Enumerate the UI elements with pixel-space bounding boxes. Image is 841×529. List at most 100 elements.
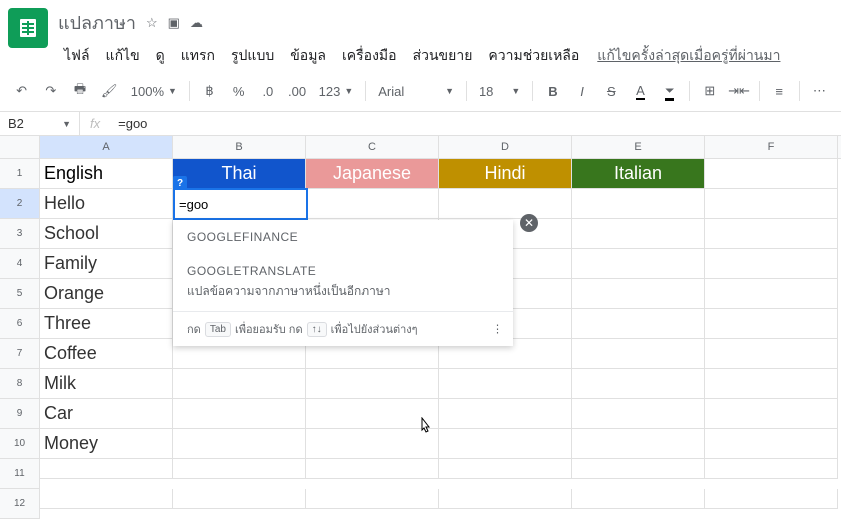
cell[interactable] [572,279,705,309]
cell[interactable] [306,189,439,219]
font-select[interactable]: Arial▼ [372,84,460,99]
font-size-select[interactable]: 18▼ [473,84,526,99]
bold-icon[interactable]: B [539,77,566,105]
align-icon[interactable]: ≡ [766,77,793,105]
cell[interactable]: School [40,219,173,249]
col-header[interactable]: C [306,136,439,158]
cell[interactable]: Three [40,309,173,339]
row-header[interactable]: 4 [0,249,40,279]
row-header[interactable]: 2 [0,189,40,219]
cell[interactable] [572,189,705,219]
cell[interactable] [572,459,705,479]
borders-icon[interactable]: ⊞ [696,77,723,105]
row-header[interactable]: 11 [0,459,40,489]
select-all-corner[interactable] [0,136,40,158]
cell[interactable] [705,399,838,429]
menu-view[interactable]: ดู [150,41,171,71]
cell[interactable] [705,309,838,339]
number-format-select[interactable]: 123▼ [313,84,360,99]
cell[interactable] [173,369,306,399]
cell[interactable] [306,399,439,429]
currency-icon[interactable]: ฿ [196,77,223,105]
cell[interactable]: English [40,159,173,189]
more-options-icon[interactable]: ⋮ [492,323,503,336]
cell[interactable] [40,489,173,509]
row-header[interactable]: 9 [0,399,40,429]
formula-help-badge[interactable]: ? [173,176,187,190]
cell[interactable] [705,219,838,249]
menu-help[interactable]: ความช่วยเหลือ [482,41,585,71]
autocomplete-item[interactable]: GOOGLETRANSLATE แปลข้อความจากภาษาหนึ่งเป… [173,254,513,311]
cell[interactable] [439,399,572,429]
star-icon[interactable]: ☆ [146,15,158,31]
col-header[interactable]: B [173,136,306,158]
cell[interactable] [705,279,838,309]
cell[interactable] [705,369,838,399]
cell[interactable]: Coffee [40,339,173,369]
cell[interactable] [173,429,306,459]
row-header[interactable]: 6 [0,309,40,339]
cell[interactable]: Japanese [306,159,439,189]
cell[interactable] [705,249,838,279]
cell[interactable] [572,489,705,509]
cell[interactable] [705,459,838,479]
strike-icon[interactable]: S [598,77,625,105]
menu-edit[interactable]: แก้ไข [100,41,146,71]
col-header[interactable]: E [572,136,705,158]
cell[interactable] [705,489,838,509]
cell[interactable]: Thai [173,159,306,189]
cell[interactable] [306,429,439,459]
cell[interactable] [306,459,439,479]
name-box[interactable]: B2▼ [0,112,80,135]
increase-decimal-icon[interactable]: .00 [283,77,310,105]
row-header[interactable]: 8 [0,369,40,399]
cell[interactable] [572,219,705,249]
redo-icon[interactable]: ↷ [37,77,64,105]
print-icon[interactable]: 🖶 [66,77,93,105]
cell[interactable] [439,429,572,459]
cell[interactable] [572,429,705,459]
cell-input[interactable] [175,190,306,218]
zoom-select[interactable]: 100%▼ [125,84,183,99]
menu-insert[interactable]: แทรก [175,41,221,71]
cell[interactable] [40,459,173,479]
text-color-icon[interactable]: A [627,77,654,105]
col-header[interactable]: F [705,136,838,158]
fill-color-icon[interactable]: 🞃 [656,77,683,105]
cell[interactable]: Family [40,249,173,279]
merge-icon[interactable]: ⇥⇤ [725,77,752,105]
cell[interactable] [572,249,705,279]
cell[interactable] [439,459,572,479]
move-icon[interactable]: ▣ [168,15,180,31]
cell[interactable] [572,339,705,369]
row-header[interactable]: 3 [0,219,40,249]
formula-input[interactable] [110,116,841,131]
more-toolbar-icon[interactable]: ⋯ [806,77,833,105]
spreadsheet-grid[interactable]: A B C D E F 1 English Thai Japanese Hind… [0,136,841,519]
italic-icon[interactable]: I [569,77,596,105]
percent-icon[interactable]: % [225,77,252,105]
cell[interactable]: Milk [40,369,173,399]
cell[interactable] [572,309,705,339]
sheets-logo[interactable] [8,8,48,48]
menu-addons[interactable]: ส่วนขยาย [407,41,479,71]
close-autocomplete-icon[interactable]: ✕ [520,214,538,232]
cell[interactable] [306,489,439,509]
row-header[interactable]: 5 [0,279,40,309]
cell[interactable]: Orange [40,279,173,309]
row-header[interactable]: 1 [0,159,40,189]
doc-title[interactable]: แปลภาษา [58,8,136,37]
cell[interactable] [572,369,705,399]
cell[interactable] [173,399,306,429]
cloud-icon[interactable]: ☁ [190,15,203,31]
last-edit-link[interactable]: แก้ไขครั้งล่าสุดเมื่อครู่ที่ผ่านมา [597,45,780,67]
cell[interactable] [705,159,838,189]
decrease-decimal-icon[interactable]: .0 [254,77,281,105]
cell[interactable] [439,189,572,219]
cell[interactable] [306,369,439,399]
cell[interactable] [439,369,572,399]
menu-tools[interactable]: เครื่องมือ [336,41,403,71]
row-header[interactable]: 10 [0,429,40,459]
menu-format[interactable]: รูปแบบ [225,41,280,71]
cell[interactable] [705,339,838,369]
